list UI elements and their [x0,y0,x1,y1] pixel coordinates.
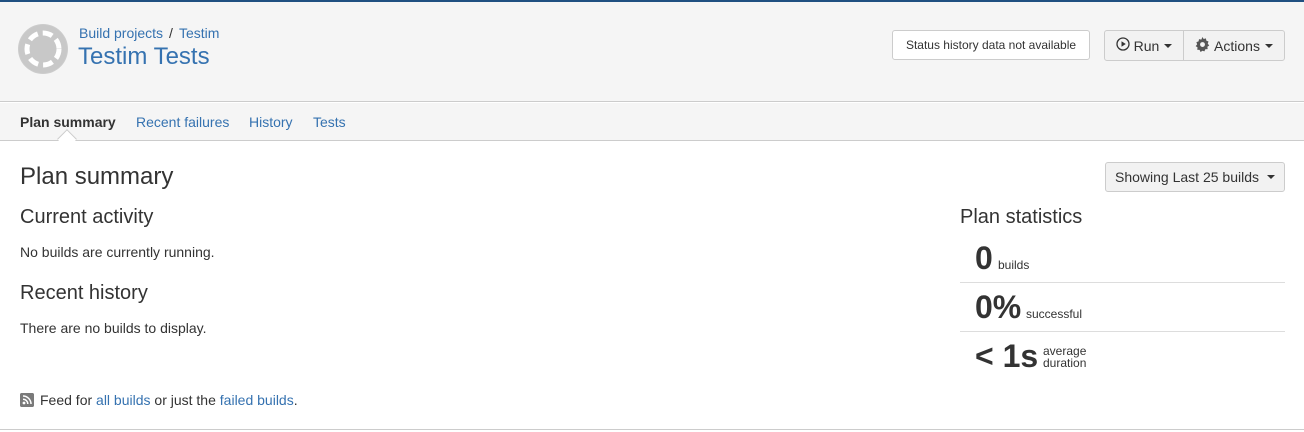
showing-builds-label: Showing Last 25 builds [1115,169,1259,185]
feed-prefix: Feed for [40,392,93,408]
breadcrumb-project[interactable]: Testim [179,25,219,41]
page-heading: Plan summary [20,163,174,190]
run-label: Run [1133,37,1160,54]
stat-builds: 0 builds [960,234,1285,283]
feed-middle: or just the [154,392,216,408]
tab-tests[interactable]: Tests [313,114,346,130]
breadcrumb: Build projects / Testim [79,25,219,41]
plan-title[interactable]: Testim Tests [78,43,210,71]
status-history-button[interactable]: Status history data not available [892,30,1090,60]
failed-builds-feed-link[interactable]: failed builds [220,392,294,408]
feed-suffix: . [293,392,298,408]
actions-label: Actions [1214,37,1260,54]
tab-history[interactable]: History [249,114,293,130]
run-button[interactable]: Run [1105,31,1184,60]
feed-links: Feed for all builds or just the failed b… [20,392,298,408]
plan-statistics-heading: Plan statistics [960,206,1083,228]
breadcrumb-separator: / [169,25,173,41]
plan-actions-group: Run Actions [1104,30,1285,61]
tab-plan-summary[interactable]: Plan summary [20,114,116,130]
current-activity-heading: Current activity [20,206,154,228]
current-activity-text: No builds are currently running. [20,244,215,260]
stat-duration: < 1s average duration [960,332,1285,381]
play-icon [1116,37,1130,54]
all-builds-feed-link[interactable]: all builds [96,392,150,408]
recent-history-heading: Recent history [20,282,148,304]
gear-icon [1195,36,1210,55]
chevron-down-icon [1164,43,1173,48]
average-duration: < 1s [975,338,1039,374]
builds-count: 0 [975,240,993,276]
duration-label-line-2: duration [1043,356,1087,370]
chevron-down-icon [1264,43,1273,48]
plan-tabs: Plan summary Recent failures History Tes… [0,103,1304,141]
rss-icon[interactable] [20,393,34,407]
tab-recent-failures[interactable]: Recent failures [136,114,229,130]
showing-builds-dropdown[interactable]: Showing Last 25 builds [1105,162,1285,192]
builds-label: builds [998,258,1030,272]
actions-button[interactable]: Actions [1184,31,1284,60]
recent-history-text: There are no builds to display. [20,320,207,336]
success-label: successful [1026,307,1083,321]
chevron-down-icon [1267,175,1275,179]
success-rate: 0% [975,289,1022,325]
plan-avatar-icon [18,24,68,74]
bottom-divider [0,429,1304,430]
stat-successful: 0% successful [960,283,1285,332]
breadcrumb-build-projects[interactable]: Build projects [79,25,163,41]
